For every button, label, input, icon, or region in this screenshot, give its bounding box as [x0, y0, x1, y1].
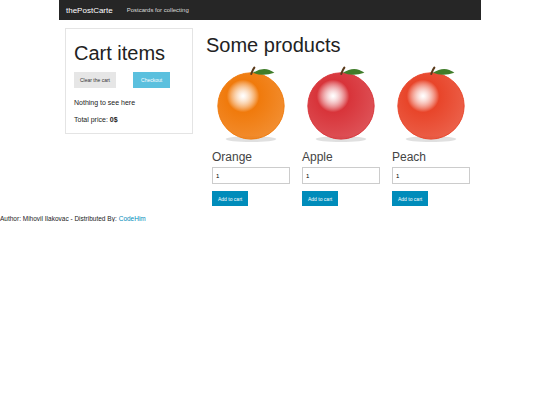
- brand-link[interactable]: thePostCarte: [66, 6, 113, 15]
- quantity-input[interactable]: [212, 167, 290, 184]
- product-card: Orange Add to cart: [212, 64, 290, 206]
- cart-empty-message: Nothing to see here: [74, 99, 184, 106]
- quantity-input[interactable]: [392, 167, 470, 184]
- cart-button[interactable]: Clear the cart: [74, 72, 116, 88]
- add-to-cart-button[interactable]: Add to cart: [212, 191, 248, 206]
- fruit-icon: [392, 64, 470, 144]
- fruit-icon: [212, 64, 290, 144]
- footer-link[interactable]: CodeHim: [119, 215, 146, 222]
- total-value: 0$: [110, 116, 118, 123]
- product-name: Orange: [212, 150, 252, 164]
- product-name: Apple: [302, 150, 333, 164]
- quantity-input[interactable]: [302, 167, 380, 184]
- add-to-cart-button[interactable]: Add to cart: [392, 191, 428, 206]
- fruit-icon: [302, 64, 380, 144]
- page: thePostCarte Postcards for collecting Cart…: [0, 0, 540, 222]
- product-card: Peach Add to cart: [392, 64, 470, 206]
- container: thePostCarte Postcards for collecting Cart…: [59, 0, 481, 206]
- product-grid: Orange Add to cart Apple Add to cart Peach Ad…: [206, 64, 481, 206]
- cart-total: Total price:0$: [74, 116, 184, 123]
- total-label: Total price:: [74, 116, 108, 123]
- cart-title: Cart items: [74, 41, 184, 65]
- cart-panel: Cart items Clear the cart Checkout Nothing …: [65, 28, 193, 134]
- products-title: Some products: [206, 34, 481, 56]
- nav-link[interactable]: Postcards for collecting: [127, 7, 189, 13]
- add-to-cart-button[interactable]: Add to cart: [302, 191, 338, 206]
- navbar: thePostCarte Postcards for collecting: [59, 0, 481, 20]
- cart-button[interactable]: Checkout: [133, 72, 170, 88]
- footer-text: Author: Mihovil Ilakovac - Distributed B…: [0, 215, 117, 222]
- cart-buttons: Clear the cart Checkout: [74, 72, 184, 88]
- product-card: Apple Add to cart: [302, 64, 380, 206]
- product-name: Peach: [392, 150, 426, 164]
- products-section: Some products Orange Add to cart Apple Add t…: [206, 20, 481, 206]
- footer: Author: Mihovil Ilakovac - Distributed B…: [0, 215, 540, 222]
- main-row: Cart items Clear the cart Checkout Nothing …: [59, 20, 481, 206]
